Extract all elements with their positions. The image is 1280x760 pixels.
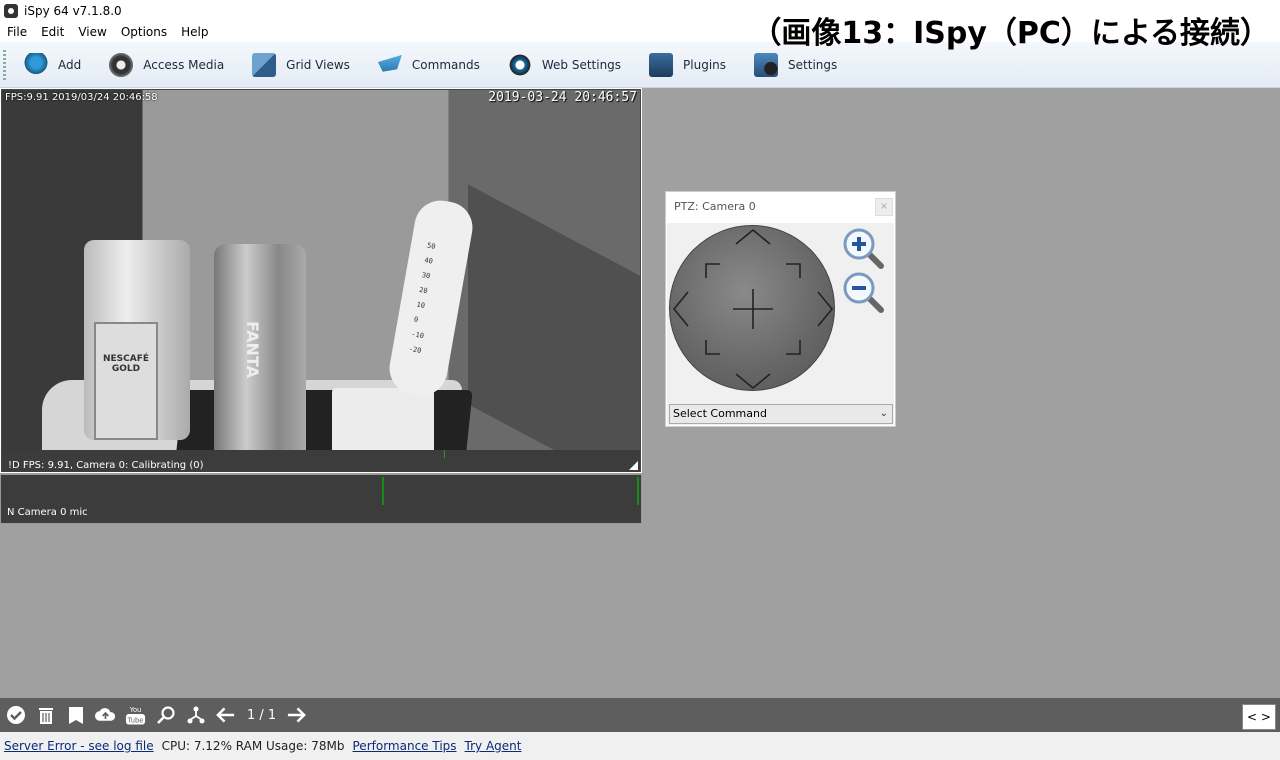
pan-right-arrow-icon[interactable] [817,291,834,327]
web-settings-icon [507,52,532,77]
ptz-command-select[interactable]: Select Command ⌄ [669,404,893,424]
pan-left-arrow-icon[interactable] [672,291,689,327]
try-agent-link[interactable]: Try Agent [465,739,522,753]
svg-text:Tube: Tube [127,717,144,725]
menu-edit[interactable]: Edit [34,25,71,39]
grid-views-button[interactable]: Grid Views [252,49,350,81]
status-bar: Server Error - see log file CPU: 7.12% R… [0,732,1280,760]
camera-osd-timestamp: 2019-03-24 20:46:57 [488,90,637,105]
search-icon[interactable] [155,705,176,726]
can-brand-text: FANTA [242,321,262,378]
svg-text:You: You [129,706,142,714]
server-error-link[interactable]: Server Error - see log file [4,739,154,753]
access-media-icon [109,52,134,77]
camera-feed[interactable]: NESCAFÉ GOLD FANTA 50 40 30 20 10 0 -10 … [2,90,640,450]
resize-handle-icon[interactable] [629,461,638,470]
youtube-icon[interactable]: You Tube [125,705,146,726]
access-media-button[interactable]: Access Media [109,49,224,81]
menu-options[interactable]: Options [114,25,174,39]
settings-button[interactable]: Settings [754,49,837,81]
check-icon[interactable] [5,705,26,726]
scene-cup [332,388,434,450]
add-camera-icon [24,52,48,77]
ptz-title: PTZ: Camera 0 [674,200,756,213]
menu-view[interactable]: View [71,25,113,39]
grid-views-icon [252,52,277,77]
cloud-upload-icon[interactable] [95,705,116,726]
commands-label: Commands [411,57,480,72]
app-icon [4,4,18,18]
plugins-button[interactable]: Plugins [649,49,726,81]
plugins-icon [649,52,674,77]
arrow-left-icon[interactable] [215,705,236,726]
camera-status-strip: !D FPS: 9.91, Camera 0: Calibrating (0) [2,450,640,472]
ptz-command-value: Select Command [673,407,767,420]
plugins-label: Plugins [683,57,727,72]
chevron-down-icon: ⌄ [879,408,888,419]
pan-down-left-icon[interactable] [705,340,720,355]
camera-osd-fps: FPS:9.91 2019/03/24 20:46:58 [5,92,158,103]
pan-up-arrow-icon[interactable] [735,228,771,245]
commands-icon [377,54,402,72]
web-settings-button[interactable]: Web Settings [507,49,622,81]
add-button[interactable]: Add [24,49,81,81]
arrow-right-icon[interactable] [286,705,307,726]
pan-down-arrow-icon[interactable] [735,373,771,390]
code-nav-icon[interactable]: < > [1242,704,1276,730]
camera-panel[interactable]: NESCAFÉ GOLD FANTA 50 40 30 20 10 0 -10 … [0,88,642,473]
camera-status-text: !D FPS: 9.91, Camera 0: Calibrating (0) [8,460,204,471]
menu-help[interactable]: Help [174,25,215,39]
close-icon[interactable]: × [875,198,893,216]
bookmark-icon[interactable] [65,705,86,726]
scene-ledge [468,184,640,450]
trash-icon[interactable] [35,705,56,726]
audio-level-bar [382,477,384,505]
add-label: Add [58,57,82,72]
microphone-panel[interactable]: N Camera 0 mic [0,474,642,524]
ptz-direction-pad[interactable] [669,225,835,391]
scene-soda-can: FANTA [214,244,306,450]
motion-level-tick [444,450,445,458]
menu-file[interactable]: File [0,25,34,39]
toolbar-grip[interactable] [3,49,6,80]
bottom-toolbar: You Tube 1 / 1 [0,698,1280,732]
settings-label: Settings [788,57,838,72]
image-caption: （画像13：ISpy（PC）による接続） [751,16,1270,51]
page-indicator: 1 / 1 [247,707,277,723]
ptz-panel: PTZ: Camera 0 × Select Command ⌄ [665,191,896,427]
settings-icon [754,52,779,77]
grid-views-label: Grid Views [286,57,350,72]
performance-tips-link[interactable]: Performance Tips [353,739,457,753]
resource-usage: CPU: 7.12% RAM Usage: 78Mb [161,739,345,753]
commands-button[interactable]: Commands [377,49,480,81]
zoom-out-icon[interactable] [841,270,885,314]
pan-up-left-icon[interactable] [705,263,720,278]
zoom-in-icon[interactable] [841,226,885,270]
mic-label: N Camera 0 mic [7,507,88,518]
web-settings-label: Web Settings [541,57,622,72]
access-media-label: Access Media [143,57,225,72]
network-icon[interactable] [185,705,206,726]
jar-brand-text: NESCAFÉ GOLD [102,354,150,374]
pan-up-right-icon[interactable] [786,263,801,278]
scene-jar-label: NESCAFÉ GOLD [94,322,158,440]
window-title: iSpy 64 v7.1.8.0 [24,4,122,18]
audio-level-bar [637,477,639,505]
pan-down-right-icon[interactable] [786,340,801,355]
